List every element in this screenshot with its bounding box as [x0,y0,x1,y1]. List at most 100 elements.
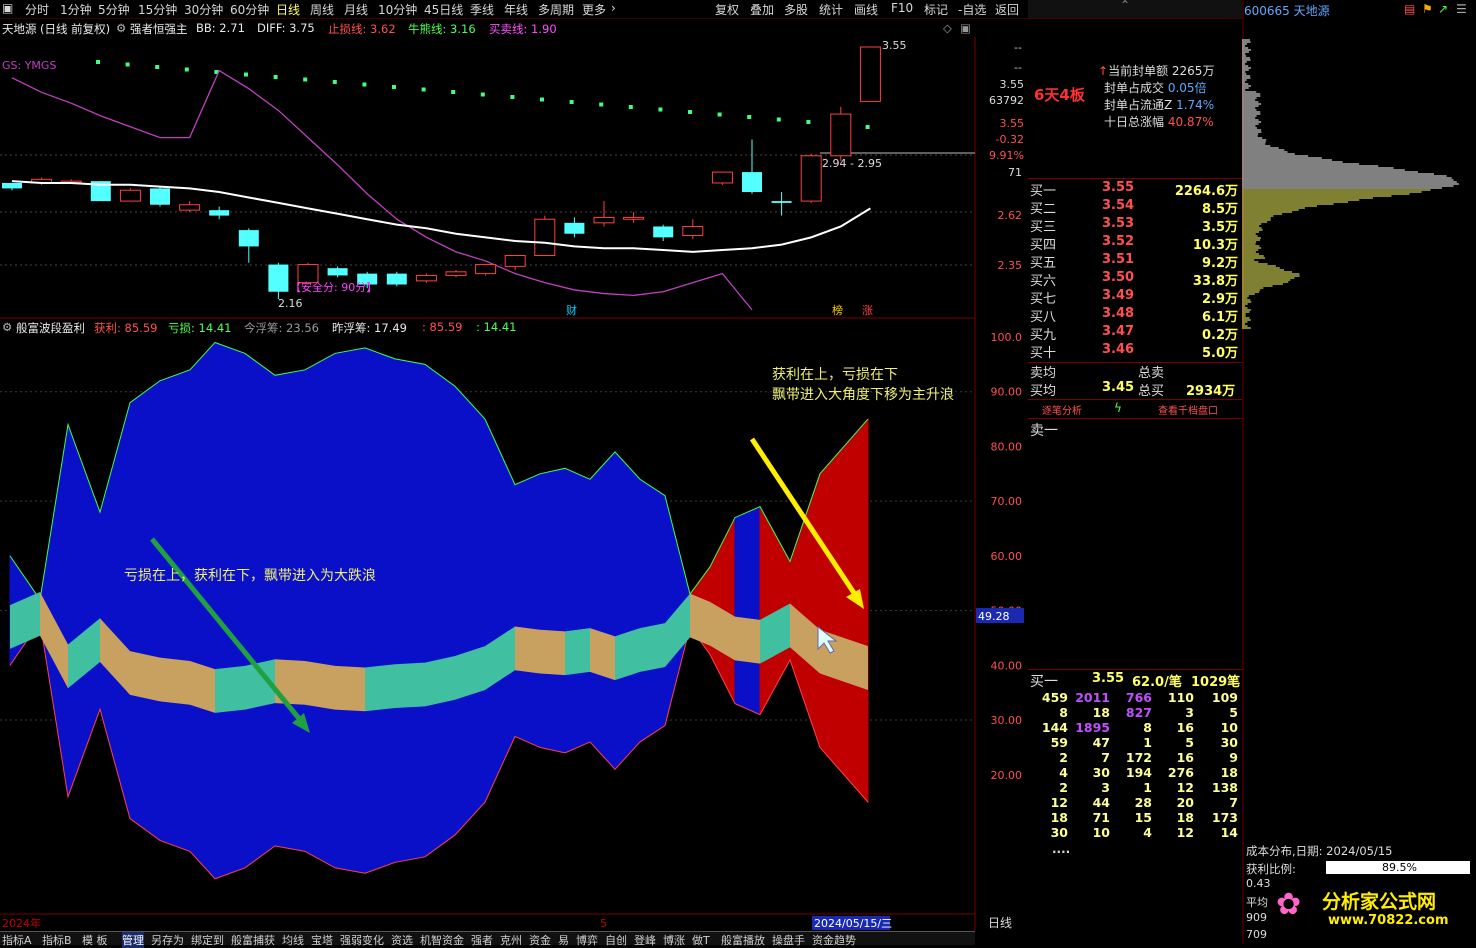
period-tab-multi[interactable]: 多周期 [538,1,574,18]
bid-row[interactable]: 买三 3.53 3.5万 [1028,216,1242,235]
indicator-tab[interactable]: 宝塔 [311,932,333,948]
candle-body[interactable] [150,188,170,205]
thousand-depth-button[interactable]: 查看千档盘口 [1158,402,1218,417]
period-tab-year[interactable]: 年线 [504,1,528,18]
tick-analysis-button[interactable]: 逐笔分析 [1042,402,1082,417]
period-tab-weekly[interactable]: 周线 [310,1,334,18]
bid-row[interactable]: 买十 3.46 5.0万 [1028,342,1242,361]
period-tab-5min[interactable]: 5分钟 [98,1,130,18]
candle-body[interactable] [179,204,201,211]
bid-row[interactable]: 买二 3.54 8.5万 [1028,198,1242,217]
candle-body[interactable] [327,268,348,276]
flag-icon[interactable]: ⚑ [1422,2,1433,16]
indicator-tab[interactable]: 绑定到 [191,932,224,948]
indicator-tab[interactable]: 博弈 [576,932,598,948]
indicator-tab[interactable]: 模 板 [82,932,108,948]
profit-ribbon-chart[interactable]: 100.090.0080.0070.0060.0050.0040.0030.00… [0,319,1028,931]
indicator-tab[interactable]: 指标A [2,932,32,948]
candle-body[interactable] [119,189,141,202]
candle-body[interactable] [623,216,645,220]
indicator-tab[interactable]: 资金 [529,932,551,948]
indicator-tab[interactable]: 资选 [391,932,413,948]
candle-body[interactable] [711,171,733,184]
candle-body[interactable] [771,201,792,203]
bid-row[interactable]: 买八 3.48 6.1万 [1028,306,1242,325]
candle-body[interactable] [742,172,762,193]
bid-row[interactable]: 买七 3.49 2.9万 [1028,288,1242,307]
indicator-tab[interactable]: 博涨 [663,932,685,948]
indicator-tab[interactable]: 管理 [122,932,144,948]
period-tab-15min[interactable]: 15分钟 [138,1,177,18]
tool-mark[interactable]: 标记 [924,1,948,18]
period-tab-quarter[interactable]: 季线 [470,1,494,18]
tool-draw[interactable]: 画线 [854,1,878,18]
window-icon[interactable]: ▣ [960,21,971,35]
bid-row[interactable]: 买六 3.50 33.8万 [1028,270,1242,289]
candle-body[interactable] [830,113,852,157]
indicator-tab[interactable]: 指标B [42,932,72,948]
candle-body[interactable] [534,218,556,256]
bid-row[interactable]: 买一 3.55 2264.6万 [1028,180,1242,199]
indicator-tab[interactable]: 易 [558,932,569,948]
chevron-right-icon[interactable]: › [611,1,616,15]
candle-body[interactable] [564,222,585,234]
candle-body[interactable] [800,155,822,202]
bid-row[interactable]: 买五 3.51 9.2万 [1028,252,1242,271]
tool-back[interactable]: 返回 [995,1,1019,18]
period-tab-daily[interactable]: 日线 [276,1,300,18]
tool-watchlist[interactable]: -自选 [958,1,986,18]
candle-body[interactable] [268,264,289,292]
candle-body[interactable] [475,264,497,275]
indicator-tab[interactable]: 克州 [500,932,522,948]
candle-body[interactable] [415,274,437,282]
period-tab-10min[interactable]: 10分钟 [378,1,417,18]
indicator-tab[interactable]: 强弱变化 [340,932,384,948]
indicator-tab[interactable]: 自创 [605,932,627,948]
trend-icon[interactable]: ↗ [1438,2,1448,16]
settings-gear-icon[interactable]: ⚙ [116,21,126,35]
period-tab-1min[interactable]: 1分钟 [60,1,92,18]
queue-more[interactable]: .... [1052,842,1070,856]
candle-body[interactable] [504,254,526,267]
candle-body[interactable] [297,264,319,284]
tool-multi-stock[interactable]: 多股 [784,1,808,18]
indicator-tab[interactable]: 另存为 [151,932,184,948]
indicator-tab[interactable]: 登峰 [634,932,656,948]
lightning-icon[interactable]: ϟ [1114,401,1122,415]
period-tab-45day[interactable]: 45日线 [424,1,463,18]
period-tab-monthly[interactable]: 月线 [344,1,368,18]
bid-row[interactable]: 买九 3.47 0.2万 [1028,324,1242,343]
indicator-tab[interactable]: 操盘手 [772,932,805,948]
indicator-tab[interactable]: 强者 [471,932,493,948]
chevron-up-icon[interactable]: ⌃ [1120,0,1130,12]
tool-fuquan[interactable]: 复权 [715,1,739,18]
bid-row[interactable]: 买四 3.52 10.3万 [1028,234,1242,253]
period-tab-60min[interactable]: 60分钟 [230,1,269,18]
candle-body[interactable] [653,226,674,238]
candle-body[interactable] [445,271,467,276]
tool-f10[interactable]: F10 [891,1,913,15]
list-icon[interactable]: ☰ [1456,2,1467,16]
candle-body[interactable] [209,210,230,216]
indicator-name[interactable]: 强者恒强主 [130,21,188,37]
marker-bang[interactable]: 榜 [832,303,843,317]
candle-body[interactable] [859,46,881,102]
indicator-tab[interactable]: 机智资金 [420,932,464,948]
period-tab-more[interactable]: 更多 [582,1,606,18]
candle-body[interactable] [593,216,615,224]
menu-icon[interactable]: ▣ [2,1,13,15]
period-tab-fenshi[interactable]: 分时 [25,1,49,18]
indicator-tab[interactable]: 均线 [282,932,304,948]
tool-overlay[interactable]: 叠加 [750,1,774,18]
indicator-tab[interactable]: 资金趋势 [812,932,856,948]
marker-zhang[interactable]: 涨 [862,304,873,317]
diamond-icon[interactable]: ◇ [943,21,952,35]
indicator-tab[interactable]: 般富捕获 [231,932,275,948]
candlestick-chart[interactable]: GS: YMGS 3.55 2.16 2.94 - 2.95 【安全分: 90分… [0,37,1028,319]
marker-cai[interactable]: 财 [566,303,577,317]
indicator-tab[interactable]: 做T [692,932,710,948]
tool-stats[interactable]: 统计 [819,1,843,18]
period-tab-30min[interactable]: 30分钟 [184,1,223,18]
doc-icon[interactable]: ▤ [1404,2,1415,16]
candle-body[interactable] [386,273,407,285]
